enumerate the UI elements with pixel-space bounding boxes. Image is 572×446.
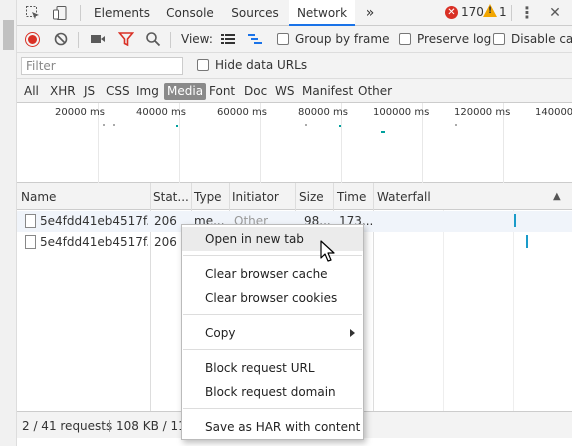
column-header-time[interactable]: Time [337,190,366,204]
submenu-arrow-icon [350,329,355,337]
group-by-frame-label[interactable]: Group by frame [295,32,389,46]
menu-item-save-as-har[interactable]: Save as HAR with content [182,415,363,439]
hide-data-urls-label[interactable]: Hide data URLs [215,58,307,72]
mouse-cursor-icon [320,240,335,262]
overview-request-mark [381,131,385,133]
group-by-frame-checkbox[interactable] [277,33,289,45]
error-count[interactable]: 170 [461,5,484,19]
network-toolbar: View: Group by frame Preserve log Disabl… [17,26,572,53]
file-icon [25,235,36,249]
overview-request-mark [455,124,457,126]
column-header-status[interactable]: Stat... [153,190,189,204]
waterfall-bar [514,214,516,227]
type-filter-manifest[interactable]: Manifest [299,83,356,100]
kebab-menu-icon[interactable]: ⋮ [519,5,535,21]
menu-item-copy[interactable]: Copy [182,321,363,345]
tab-sources[interactable]: Sources [227,0,283,26]
toolbar-separator [78,32,79,48]
menu-item-block-request-url[interactable]: Block request URL [182,356,363,380]
disable-cache-label[interactable]: Disable cac [511,32,572,46]
column-header-type[interactable]: Type [194,190,222,204]
type-filter-ws[interactable]: WS [272,83,297,100]
request-name[interactable]: 5e4fdd41eb4517f... [40,235,148,249]
filter-row: Hide data URLs [17,53,572,79]
overview-tick-label: 40000 ms [136,107,186,118]
column-header-name[interactable]: Name [21,190,56,204]
resource-type-filters: All XHR JS CSS Img Media Font Doc WS Man… [17,79,572,103]
more-tabs-button[interactable]: » [362,0,378,26]
menu-separator [183,408,362,409]
type-filter-js[interactable]: JS [81,83,98,100]
column-header-size[interactable]: Size [299,190,324,204]
file-icon [25,214,36,228]
request-status: 206 [154,214,177,228]
device-toolbar-icon[interactable] [52,5,68,21]
preserve-log-label[interactable]: Preserve log [417,32,491,46]
clear-icon[interactable] [53,31,69,47]
menu-separator [183,349,362,350]
request-name[interactable]: 5e4fdd41eb4517f... [40,214,148,228]
warning-icon[interactable]: ! [483,4,497,17]
type-filter-other[interactable]: Other [355,83,395,100]
scrollbar-thumb[interactable] [3,20,14,50]
large-rows-icon[interactable] [220,31,236,47]
type-filter-doc[interactable]: Doc [241,83,270,100]
filter-input[interactable] [21,57,183,75]
waterfall-bar [526,235,528,248]
overview-request-mark [339,125,341,127]
menu-item-block-request-domain[interactable]: Block request domain [182,380,363,404]
type-filter-img[interactable]: Img [133,83,162,100]
waterfall-overview-icon[interactable] [247,31,263,47]
search-icon[interactable] [145,31,161,47]
overview-tick-label: 120000 ms [454,107,511,118]
sort-ascending-icon[interactable]: ▲ [553,191,561,202]
toolbar-separator [170,32,171,48]
menu-item-copy-label: Copy [205,326,236,340]
preserve-log-checkbox[interactable] [399,33,411,45]
type-filter-css[interactable]: CSS [103,83,133,100]
type-filter-media[interactable]: Media [164,83,207,100]
request-status: 206 [154,235,177,249]
close-icon[interactable]: ✕ [547,5,563,21]
overview-tick-label: 60000 ms [217,107,267,118]
screenshot-video-icon[interactable] [90,31,106,47]
devtools-tabbar: Elements Console Sources Network » ✕ 170… [17,0,572,26]
menu-item-clear-browser-cache[interactable]: Clear browser cache [182,262,363,286]
column-header-waterfall[interactable]: Waterfall [377,190,431,204]
menu-item-clear-browser-cookies[interactable]: Clear browser cookies [182,286,363,310]
overview-request-mark [176,125,178,127]
menu-separator [183,314,362,315]
overview-request-mark [113,124,115,126]
view-label: View: [181,32,213,46]
disable-cache-checkbox[interactable] [493,33,505,45]
filter-icon[interactable] [117,31,135,47]
hide-data-urls-checkbox[interactable] [197,59,209,71]
tabbar-separator [511,5,512,21]
overview-tick-label: 100000 ms [373,107,430,118]
overview-tick-label: 80000 ms [298,107,348,118]
overview-request-mark [103,124,105,126]
request-count: 2 / 41 requests [22,419,113,433]
network-overview[interactable]: 20000 ms 40000 ms 60000 ms 80000 ms 1000… [17,103,572,183]
column-header-initiator[interactable]: Initiator [232,190,279,204]
overview-request-mark [305,124,307,126]
type-filter-all[interactable]: All [21,83,42,100]
left-scrollbar[interactable] [0,0,17,446]
record-button[interactable] [26,33,39,46]
status-separator [109,420,110,432]
tab-elements[interactable]: Elements [89,0,155,26]
tab-network[interactable]: Network [289,0,355,26]
type-filter-font[interactable]: Font [206,83,238,100]
context-menu: Open in new tab Clear browser cache Clea… [181,224,364,440]
error-icon[interactable]: ✕ [445,6,458,19]
inspect-element-icon[interactable] [25,5,41,21]
overview-tick-label: 20000 ms [55,107,105,118]
type-filter-xhr[interactable]: XHR [47,83,79,100]
tab-console[interactable]: Console [161,0,219,26]
tabbar-separator [80,5,81,21]
overview-tick-label: 140000 [535,107,572,118]
warning-count[interactable]: 1 [499,5,507,19]
